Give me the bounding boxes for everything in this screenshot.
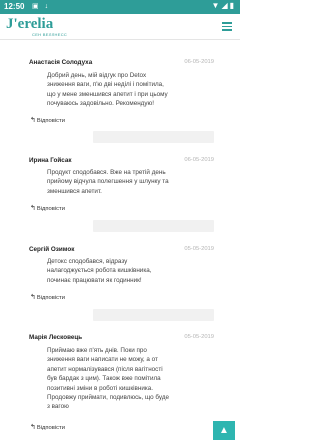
reply-label: Відповісти — [36, 206, 65, 212]
review-date: 06-05-2019 — [184, 157, 214, 163]
review-text-line: зменшився апетит. — [47, 187, 102, 195]
reply-button[interactable]: ↰Відповісти — [30, 293, 65, 301]
review-text: Продукт сподобався. Вже на третій день п… — [47, 168, 219, 196]
review-text-line: Продовжу приймати, подивлюсь, що буде — [47, 394, 169, 402]
scroll-to-top-button[interactable]: ▲ — [213, 421, 235, 440]
battery-icon: ▮ — [229, 1, 236, 10]
review-text-line: був бардак з цим). Також вже помітила — [47, 375, 161, 383]
chevron-up-icon: ▲ — [219, 425, 229, 436]
review-text-line: Добрий день, мій відгук про Detox — [47, 72, 147, 79]
reply-button[interactable]: ↰Відповісти — [30, 204, 65, 212]
reviews-list[interactable]: Анастасія Солодуха 06-05-2019 Добрий ден… — [0, 41, 240, 440]
reply-label: Відповісти — [36, 295, 65, 301]
status-bar: 12:50 ▣ ↓ ▼◢▮ — [0, 0, 240, 14]
reply-icon: ↰ — [30, 205, 36, 212]
review-author: Марія Лесковець — [29, 334, 83, 341]
brand-logo-subtitle: СЕН ВЕЛЛНЕСС — [32, 32, 68, 37]
review-author: Ирина Гойсак — [29, 157, 72, 164]
reply-input-bar[interactable] — [93, 309, 214, 321]
review-text: Добрий день, мій відгук про Detox знижен… — [47, 71, 219, 109]
review-text-line: позитивні зміни в роботі кишківника. — [47, 384, 154, 392]
reply-input-bar[interactable] — [93, 131, 214, 143]
signal-icon: ◢ — [221, 1, 230, 10]
reply-label: Відповісти — [36, 118, 65, 124]
status-time: 12:50 — [4, 2, 25, 11]
reply-icon: ↰ — [30, 117, 36, 124]
app-header: J'erelia СЕН ВЕЛЛНЕСС — [0, 14, 240, 40]
reply-icon: ↰ — [30, 424, 36, 431]
review-text-line: починає працювати як годинник! — [47, 276, 142, 284]
notification-icons: ▣ ↓ — [32, 2, 50, 10]
review-text-line: Продукт сподобався. Вже на третій день — [47, 169, 166, 176]
review-text-line: прийому відчула полегшення у шлунку та — [47, 178, 169, 186]
review-text-line: почуваюсь задовільно. Рекомендую! — [47, 100, 154, 108]
wifi-icon: ▼ — [211, 1, 222, 10]
review-text-line: зниження ваги, п'ю дві неділі і помітила… — [47, 81, 164, 89]
review-text-line: що у мене зменшився апетит і при цьому — [47, 90, 168, 98]
brand-logo[interactable]: J'erelia — [6, 16, 53, 32]
sim-icon: ▣ — [32, 3, 41, 10]
review-text-line: налагоджується робота кишківника, — [47, 267, 152, 275]
review-date: 05-05-2019 — [184, 334, 214, 340]
review-author: Сергій Озимок — [29, 246, 75, 253]
reply-icon: ↰ — [30, 294, 36, 301]
review-text: Приймаю вже п'ять днів. Поки про зниженн… — [47, 346, 219, 412]
download-icon: ↓ — [44, 3, 51, 10]
reply-input-bar[interactable] — [93, 220, 214, 232]
review-text-line: апетит нормалізувався (після вагітності — [47, 365, 163, 373]
reply-button[interactable]: ↰Відповісти — [30, 423, 65, 431]
system-icons: ▼◢▮ — [212, 1, 236, 10]
hamburger-menu-icon[interactable] — [222, 22, 232, 31]
reply-button[interactable]: ↰Відповісти — [30, 116, 65, 124]
review-text-line: Приймаю вже п'ять днів. Поки про — [47, 347, 147, 354]
review-text-line: з вагою — [47, 403, 69, 411]
review-text-line: Детокс сподобався, відразу — [47, 258, 128, 265]
reply-label: Відповісти — [36, 425, 65, 431]
review-author: Анастасія Солодуха — [29, 59, 93, 66]
review-text: Детокс сподобався, відразу налагоджуєтьс… — [47, 257, 219, 285]
review-date: 05-05-2019 — [184, 246, 214, 252]
review-date: 06-05-2019 — [184, 59, 214, 65]
review-text-line: зниження ваги написати не можу, а от — [47, 356, 158, 364]
